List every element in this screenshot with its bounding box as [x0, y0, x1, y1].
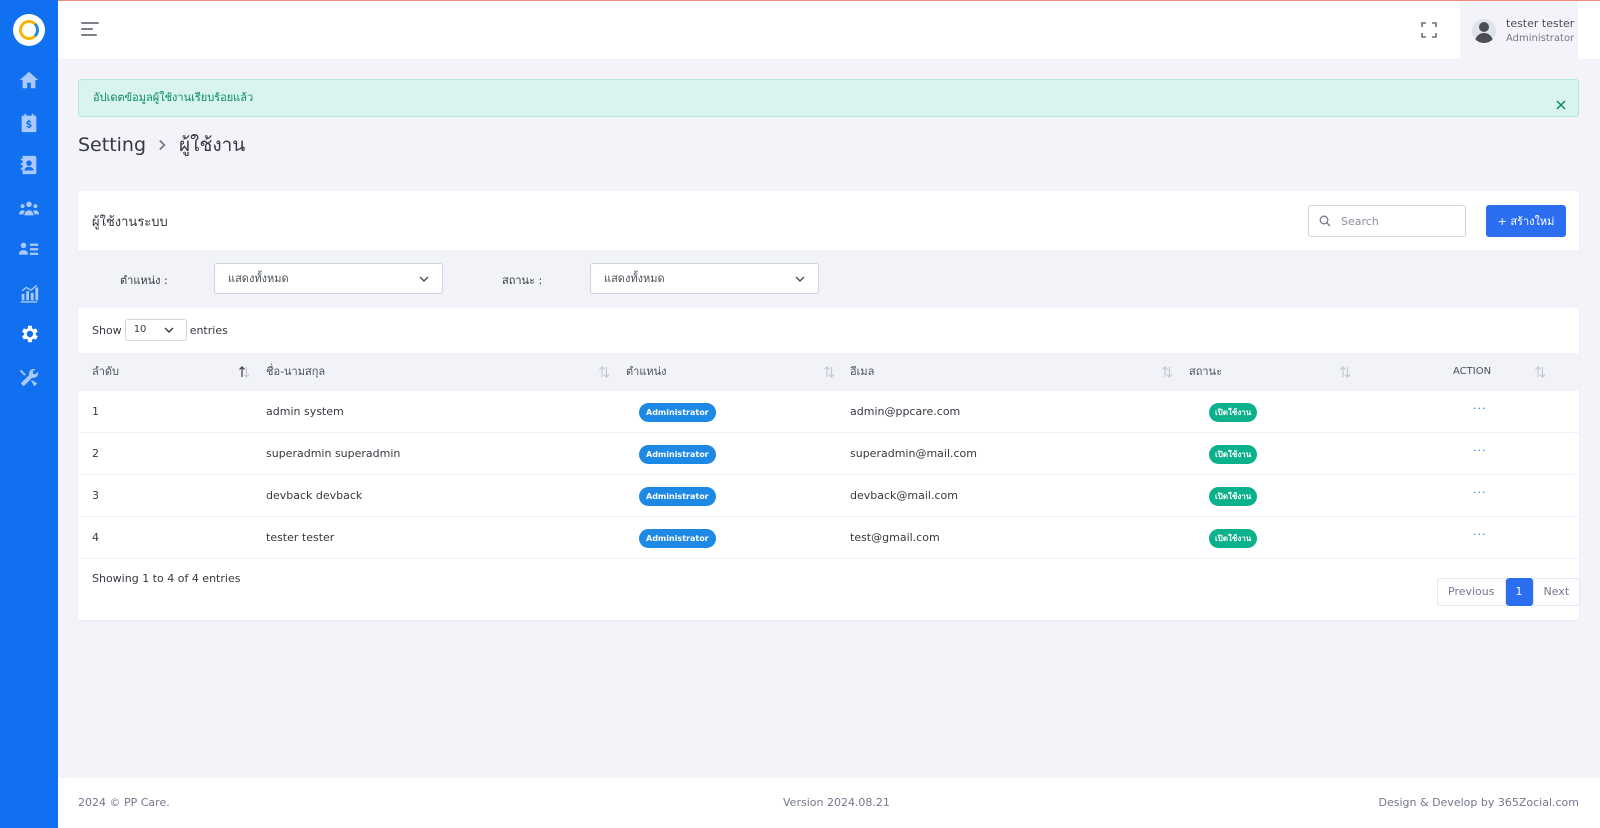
show-label: Show	[92, 323, 122, 337]
sort-icon[interactable]	[1534, 365, 1546, 379]
table-row: 2 superadmin superadmin Administrator su…	[78, 433, 1579, 475]
cell-name: tester tester	[266, 531, 335, 544]
topbar: tester tester Administrator	[58, 0, 1600, 60]
nav-user-list-icon[interactable]	[17, 238, 41, 262]
breadcrumb-parent[interactable]: Setting	[78, 134, 146, 156]
close-icon[interactable]	[1554, 91, 1568, 110]
row-action-menu[interactable]: ···	[1473, 475, 1487, 516]
logo-icon	[19, 20, 39, 40]
row-action-menu[interactable]: ···	[1473, 517, 1487, 558]
card-title: ผู้ใช้งานระบบ	[92, 215, 168, 230]
nav-home-icon[interactable]	[17, 68, 41, 92]
page-title: ผู้ใช้งาน	[179, 134, 246, 156]
menu-toggle-icon[interactable]	[81, 22, 99, 38]
cell-no: 1	[92, 405, 99, 418]
table-row: 3 devback devback Administrator devback@…	[78, 475, 1579, 517]
status-filter-label: สถานะ :	[502, 274, 543, 287]
status-badge: เปิดใช้งาน	[1209, 487, 1258, 506]
nav-team-icon[interactable]	[17, 196, 41, 220]
chevron-down-icon	[795, 276, 805, 282]
sort-icon[interactable]	[598, 365, 610, 379]
pagination: Previous 1 Next	[1437, 578, 1581, 606]
table-header: ลำดับ ชื่อ-นามสกุล ตำแหน่ง อีเมล สถานะ A…	[78, 353, 1579, 391]
user-name: tester tester	[1506, 16, 1575, 30]
user-role: Administrator	[1506, 32, 1575, 44]
entries-label: entries	[189, 323, 228, 337]
page-length-control: Show 10 entries	[92, 319, 228, 341]
table-info: Showing 1 to 4 of 4 entries	[92, 572, 241, 585]
sidebar	[0, 0, 58, 828]
footer-copyright: 2024 © PP Care.	[78, 796, 170, 809]
cell-email: devback@mail.com	[850, 489, 958, 502]
role-badge: Administrator	[639, 445, 716, 464]
success-alert: อัปเดตข้อมูลผู้ใช้งานเรียบร้อยแล้ว	[78, 79, 1579, 117]
app-logo[interactable]	[13, 14, 45, 46]
footer-credit: Design & Develop by 365Zocial.com	[1378, 796, 1579, 809]
status-filter-value: แสดงทั้งหมด	[604, 272, 665, 285]
row-action-menu[interactable]: ···	[1473, 391, 1487, 432]
chevron-down-icon	[164, 327, 174, 333]
sort-icon[interactable]	[1339, 365, 1351, 379]
position-filter-label: ตำแหน่ง :	[120, 274, 168, 287]
status-badge: เปิดใช้งาน	[1209, 403, 1258, 422]
next-page-button[interactable]: Next	[1532, 578, 1581, 606]
cell-no: 4	[92, 531, 99, 544]
cell-email: admin@ppcare.com	[850, 405, 961, 418]
header-status[interactable]: สถานะ	[1189, 353, 1222, 391]
position-filter-select[interactable]: แสดงทั้งหมด	[214, 263, 443, 294]
row-action-menu[interactable]: ···	[1473, 433, 1487, 474]
role-badge: Administrator	[639, 403, 716, 422]
role-badge: Administrator	[639, 529, 716, 548]
header-name[interactable]: ชื่อ-นามสกุล	[266, 353, 325, 391]
previous-page-button[interactable]: Previous	[1437, 578, 1506, 606]
chevron-down-icon	[419, 276, 429, 282]
footer-version: Version 2024.08.21	[783, 796, 890, 809]
header-position[interactable]: ตำแหน่ง	[626, 353, 667, 391]
page-length-value: 10	[133, 324, 147, 335]
create-new-button[interactable]: + สร้างใหม่	[1486, 205, 1566, 237]
user-menu[interactable]: tester tester Administrator	[1460, 1, 1578, 60]
cell-name: admin system	[266, 405, 344, 418]
chevron-right-icon	[158, 136, 167, 155]
cell-name: superadmin superadmin	[266, 447, 401, 460]
cell-email: superadmin@mail.com	[850, 447, 977, 460]
nav-billing-calendar-icon[interactable]	[17, 111, 41, 135]
search-input[interactable]	[1341, 214, 1451, 228]
status-badge: เปิดใช้งาน	[1209, 445, 1258, 464]
nav-settings-gear-icon[interactable]	[17, 322, 41, 346]
sort-icon[interactable]	[1161, 365, 1173, 379]
nav-tools-icon[interactable]	[17, 366, 41, 390]
header-action: ACTION	[1453, 366, 1492, 377]
users-table: ลำดับ ชื่อ-นามสกุล ตำแหน่ง อีเมล สถานะ A…	[78, 353, 1579, 559]
search-icon	[1319, 215, 1331, 227]
page-1-button[interactable]: 1	[1505, 578, 1533, 606]
nav-contacts-icon[interactable]	[17, 153, 41, 177]
alert-message: อัปเดตข้อมูลผู้ใช้งานเรียบร้อยแล้ว	[93, 91, 254, 104]
status-filter-select[interactable]: แสดงทั้งหมด	[590, 263, 819, 294]
sort-icon[interactable]	[823, 365, 835, 379]
breadcrumb: Setting ผู้ใช้งาน	[78, 132, 245, 158]
table-row: 4 tester tester Administrator test@gmail…	[78, 517, 1579, 559]
header-email[interactable]: อีเมล	[850, 353, 874, 391]
role-badge: Administrator	[639, 487, 716, 506]
filter-bar: ตำแหน่ง : แสดงทั้งหมด สถานะ : แสดงทั้งหม…	[78, 250, 1579, 308]
position-filter-value: แสดงทั้งหมด	[228, 272, 289, 285]
cell-no: 3	[92, 489, 99, 502]
cell-no: 2	[92, 447, 99, 460]
status-badge: เปิดใช้งาน	[1209, 529, 1258, 548]
users-card: ผู้ใช้งานระบบ + สร้างใหม่ ตำแหน่ง : แสดง…	[78, 191, 1581, 620]
page-length-select[interactable]: 10	[124, 319, 187, 341]
fullscreen-icon[interactable]	[1421, 22, 1437, 38]
table-row: 1 admin system Administrator admin@ppcar…	[78, 391, 1579, 433]
cell-name: devback devback	[266, 489, 363, 502]
footer: 2024 © PP Care. Version 2024.08.21 Desig…	[58, 778, 1600, 828]
sort-asc-icon[interactable]	[238, 365, 250, 379]
search-box[interactable]	[1308, 205, 1466, 237]
cell-email: test@gmail.com	[850, 531, 940, 544]
avatar	[1472, 18, 1496, 43]
nav-report-chart-icon[interactable]	[17, 281, 41, 305]
header-no[interactable]: ลำดับ	[92, 353, 119, 391]
